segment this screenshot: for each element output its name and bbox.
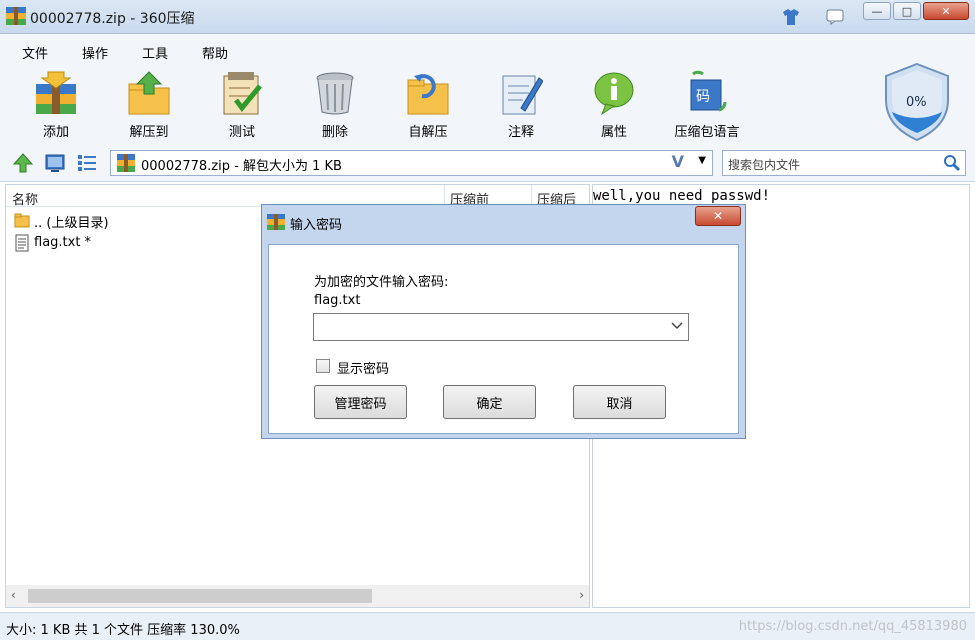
window-title: 00002778.zip - 360压缩 (30, 11, 195, 27)
test-label: 测试 (228, 125, 255, 140)
address-field[interactable]: 00002778.zip - 解包大小为 1 KB V ▼ (110, 150, 713, 176)
list-item-name: .. (上级目录) (34, 216, 109, 231)
self-extract-label: 自解压 (408, 125, 448, 140)
ok-button[interactable]: 确定 (443, 385, 536, 419)
chevron-down-icon[interactable]: ▼ (698, 155, 706, 166)
delete-icon (316, 72, 354, 115)
folder-icon (14, 213, 30, 228)
show-password-checkbox[interactable] (316, 359, 330, 373)
history-icon[interactable]: V (672, 152, 684, 171)
menu-operation[interactable]: 操作 (82, 43, 108, 62)
show-password-label[interactable]: 显示密码 (337, 358, 389, 377)
archive-language-label: 压缩包语言 (674, 125, 740, 140)
encrypted-filename: flag.txt (314, 293, 361, 308)
properties-icon (594, 72, 634, 116)
dialog-body: 为加密的文件输入密码: flag.txt 显示密码 管理密码 确定 取消 (268, 244, 739, 434)
menu-bar: 文件 操作 工具 帮助 (0, 34, 975, 66)
menu-help[interactable]: 帮助 (202, 43, 228, 62)
maximize-button[interactable]: □ (893, 2, 921, 20)
app-icon (6, 7, 26, 25)
add-label: 添加 (42, 125, 69, 140)
search-icon[interactable] (943, 154, 961, 176)
archive-language-button[interactable]: 码 压缩包语言 (662, 66, 752, 146)
column-name[interactable]: 名称 (12, 189, 38, 208)
archive-language-icon: 码 (690, 70, 727, 112)
title-bar: 00002778.zip - 360压缩 — □ ✕ (0, 0, 975, 34)
security-shield[interactable]: 0% (882, 62, 952, 146)
watermark: https://blog.csdn.net/qq_45813980 (738, 619, 967, 634)
dialog-title: 输入密码 (290, 218, 343, 233)
svg-text:码: 码 (696, 89, 710, 105)
properties-button[interactable]: 属性 (569, 66, 659, 146)
zip-file-icon (267, 214, 285, 234)
search-input[interactable]: 搜索包内文件 (722, 150, 966, 176)
delete-label: 删除 (321, 125, 348, 140)
feedback-icon[interactable] (824, 6, 846, 28)
view-list-icon[interactable] (76, 152, 98, 178)
chevron-down-icon[interactable] (671, 319, 683, 333)
view-detail-icon[interactable] (44, 152, 66, 178)
test-button[interactable]: 测试 (197, 66, 287, 146)
horizontal-scrollbar[interactable]: ‹ › (6, 585, 589, 607)
extract-to-label: 解压到 (129, 125, 169, 140)
comment-icon (502, 75, 543, 115)
delete-button[interactable]: 删除 (290, 66, 380, 146)
extract-to-button[interactable]: 解压到 (104, 66, 194, 146)
menu-file[interactable]: 文件 (22, 43, 48, 62)
password-prompt: 为加密的文件输入密码: (314, 275, 449, 290)
up-arrow-icon[interactable] (12, 152, 34, 178)
search-placeholder: 搜索包内文件 (728, 158, 801, 172)
shield-percent: 0% (906, 95, 927, 110)
cancel-button[interactable]: 取消 (573, 385, 666, 419)
scrollbar-thumb[interactable] (28, 589, 372, 603)
comment-button[interactable]: 注释 (476, 66, 566, 146)
test-icon (223, 72, 262, 115)
dialog-close-button[interactable]: ✕ (695, 206, 741, 226)
text-file-icon (15, 234, 29, 252)
zip-file-icon (117, 154, 135, 176)
self-extract-button[interactable]: 自解压 (383, 66, 473, 146)
list-item-name: flag.txt * (34, 235, 92, 250)
archive-comment: well,you need passwd! (593, 188, 771, 204)
menu-tools[interactable]: 工具 (142, 43, 168, 62)
properties-label: 属性 (600, 125, 627, 140)
minimize-button[interactable]: — (863, 2, 891, 20)
status-bar: 大小: 1 KB 共 1 个文件 压缩率 130.0% https://blog… (0, 612, 975, 640)
add-button[interactable]: 添加 (11, 66, 101, 146)
skin-icon[interactable] (780, 6, 802, 28)
comment-label: 注释 (507, 125, 534, 140)
address-bar: 00002778.zip - 解包大小为 1 KB V ▼ 搜索包内文件 (0, 148, 975, 182)
address-path: 00002778.zip - 解包大小为 1 KB (141, 159, 342, 174)
close-button[interactable]: ✕ (923, 2, 969, 20)
scroll-left-icon[interactable]: ‹ (11, 588, 16, 602)
password-input[interactable] (313, 313, 689, 341)
password-dialog: 输入密码 ✕ 为加密的文件输入密码: flag.txt 显示密码 管理密码 确定… (261, 204, 746, 439)
toolbar: 添加 解压到 测试 删除 自解压 注释 属性 码 压缩包语言 (0, 66, 975, 148)
manage-password-button[interactable]: 管理密码 (314, 385, 407, 419)
status-text: 大小: 1 KB 共 1 个文件 压缩率 130.0% (6, 623, 240, 638)
self-extract-icon (407, 74, 449, 115)
add-archive-icon (36, 71, 76, 114)
extract-to-icon (128, 71, 170, 115)
dialog-title-bar: 输入密码 ✕ (262, 205, 745, 239)
scroll-right-icon[interactable]: › (579, 588, 584, 602)
